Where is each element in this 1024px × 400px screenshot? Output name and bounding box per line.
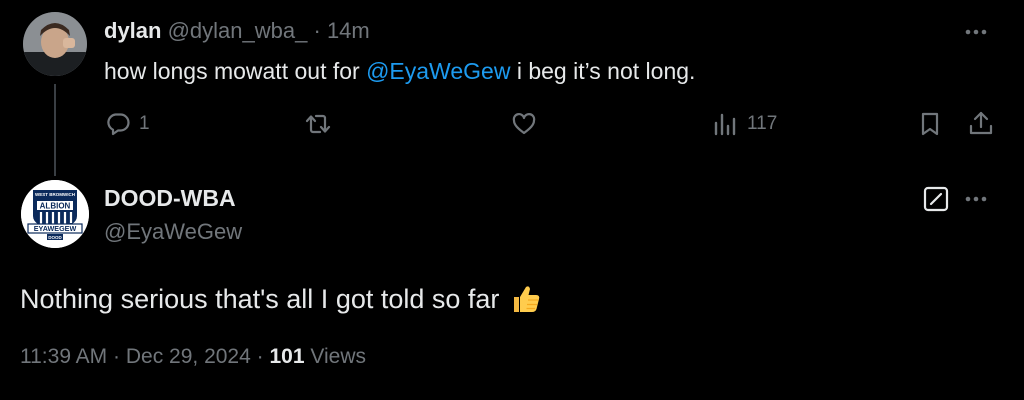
more-horizontal-icon [965,196,987,202]
bookmark-button[interactable] [915,109,945,139]
mention-link[interactable]: @EyaWeGew [366,58,510,84]
post-time[interactable]: 11:39 AM [20,345,107,368]
parent-avatar[interactable] [23,12,87,76]
parent-tweet-text: how longs mowatt out for @EyaWeGew i beg… [104,56,695,86]
view-count-button[interactable]: 117 [711,109,777,139]
bookmark-icon [921,112,939,136]
parent-tweet-header: dylan @dylan_wba_ · 14m [104,17,370,45]
logo-club-text: ALBION [40,202,71,211]
reply-avatar[interactable]: WEST BROMWICH ALBION EYAWEGEW DOOD [21,180,89,248]
meta-separator-2: · [256,345,264,368]
comment-icon [107,113,130,136]
logo-bottom-text: DOOD [48,235,62,240]
logo-banner-text: EYAWEGEW [34,224,77,233]
parent-text-after: i beg it’s not long. [510,58,696,84]
parent-timestamp[interactable]: 14m [327,18,370,43]
reply-count: 1 [139,113,150,134]
more-horizontal-icon [965,29,987,35]
share-button[interactable] [966,109,996,139]
like-button[interactable] [509,109,545,139]
grok-button[interactable] [922,185,950,213]
parent-display-name[interactable]: dylan [104,18,161,43]
parent-handle[interactable]: @dylan_wba_ [168,18,308,43]
reply-tweet-text: Nothing serious that's all I got told so… [20,281,543,317]
thumbs-up-icon [514,286,540,312]
retweet-icon [305,114,331,134]
logo-top-text: WEST BROMWICH [35,192,75,197]
grok-icon [923,186,949,212]
view-count: 117 [747,113,778,134]
meta-separator-1: · [113,345,121,368]
header-separator: · [313,18,321,43]
views-count: 101 [269,345,305,368]
reply-display-name[interactable]: DOOD-WBA [104,185,236,212]
thread-line [54,84,56,176]
analytics-bars-icon [714,113,736,136]
retweet-button[interactable] [303,109,339,139]
views-label: Views [310,345,367,368]
club-crest-logo: WEST BROMWICH ALBION EYAWEGEW DOOD [21,180,89,248]
reply-text-body: Nothing serious that's all I got told so… [20,284,500,314]
parent-more-options-button[interactable] [958,22,994,42]
parent-text-before: how longs mowatt out for [104,58,367,84]
reply-handle[interactable]: @EyaWeGew [104,219,242,245]
reply-button[interactable]: 1 [103,109,150,139]
reply-more-options-button[interactable] [958,189,994,209]
post-date[interactable]: Dec 29, 2024 [126,345,251,368]
tweet-metadata: 11:39 AM · Dec 29, 2024 · 101 Views [20,345,366,369]
heart-icon [512,113,536,135]
share-icon [969,111,993,135]
profile-photo [23,12,87,76]
